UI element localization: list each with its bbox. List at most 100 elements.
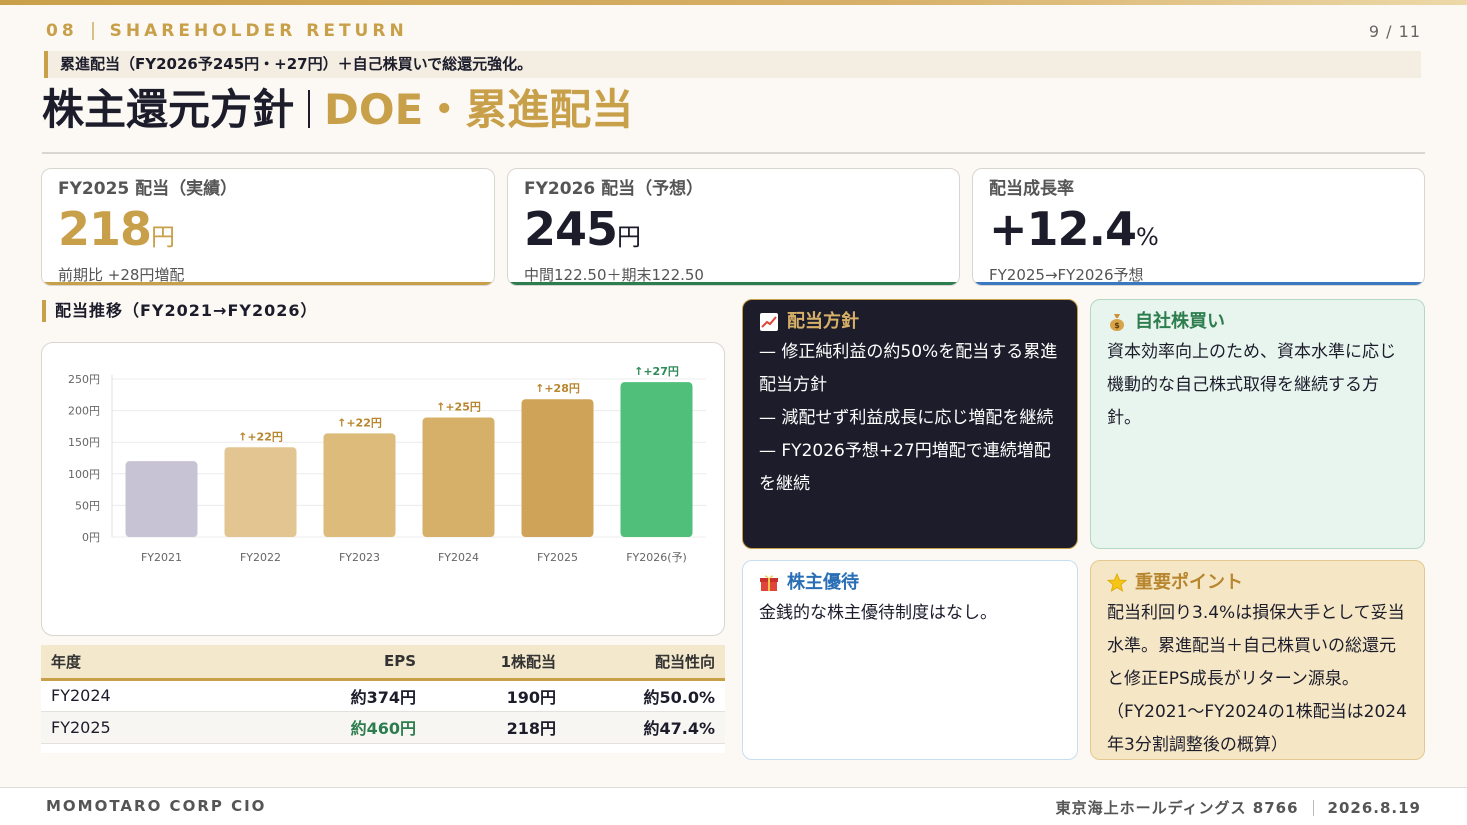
table-row xyxy=(41,743,725,753)
kpi-accent-line xyxy=(508,282,959,285)
kpi-unit: % xyxy=(1136,223,1159,251)
table-cell-eps: 約460円 xyxy=(221,711,426,744)
chart-bar xyxy=(224,447,297,537)
policy-line: — 減配せず利益成長に応じ増配を継続 xyxy=(759,408,1054,428)
table-header-eps: EPS xyxy=(221,645,426,681)
kpi-value: 245円 xyxy=(524,201,943,265)
y-tick-label: 200円 xyxy=(68,405,100,418)
chart-bar xyxy=(125,461,198,537)
dividend-policy-card: 配当方針 — 修正純利益の約50%を配当する累進配当方針 — 減配せず利益成長に… xyxy=(742,299,1078,549)
page-title: 株主還元方針 DOE・累進配当 xyxy=(42,84,633,136)
x-tick-label: FY2024 xyxy=(438,551,479,564)
footer-company: 東京海上ホールディングス 8766 xyxy=(1055,799,1299,817)
eps-dividend-table: 年度 EPS 1株配当 配当性向 FY2024 約374円 190円 約50.0… xyxy=(41,645,725,753)
kpi-card-growth-rate: 配当成長率 +12.4% FY2025→FY2026予想 xyxy=(972,168,1425,286)
table-cell-empty xyxy=(41,743,221,753)
table-cell-payout: 約47.4% xyxy=(566,711,725,744)
table-cell-empty xyxy=(426,743,566,753)
table-cell-dps: 190円 xyxy=(426,679,566,712)
table-row: FY2025 約460円 218円 約47.4% xyxy=(41,711,725,744)
kpi-number: 218 xyxy=(58,202,152,256)
money-bag-icon: $ xyxy=(1107,312,1127,332)
key-point-card: 重要ポイント 配当利回り3.4%は損保大手として妥当水準。累進配当＋自己株買いの… xyxy=(1090,560,1425,760)
kpi-accent-line xyxy=(42,282,494,285)
card-title: 配当方針 xyxy=(787,311,859,332)
bar-annotation: ↑+25円 xyxy=(436,401,481,414)
kpi-value: +12.4% xyxy=(989,201,1408,265)
card-body: — 修正純利益の約50%を配当する累進配当方針 — 減配せず利益成長に応じ増配を… xyxy=(759,336,1061,501)
chart-section-title: 配当推移（FY2021→FY2026） xyxy=(42,300,318,322)
svg-text:$: $ xyxy=(1114,321,1120,330)
bar-annotation: ↑+22円 xyxy=(238,430,283,443)
card-title: 株主優待 xyxy=(787,572,859,593)
policy-line: — FY2026予想+27円増配で連続増配を継続 xyxy=(759,441,1051,494)
footer-date: 2026.8.19 xyxy=(1327,798,1421,817)
kpi-unit: 円 xyxy=(151,223,176,251)
section-label: 08 SHAREHOLDER RETURN xyxy=(46,20,408,42)
kpi-card-fy2025-dividend: FY2025 配当（実績） 218円 前期比 +28円増配 xyxy=(41,168,495,286)
section-number: 08 xyxy=(46,21,78,41)
kpi-label: FY2026 配当（予想） xyxy=(524,179,704,199)
card-title: 重要ポイント xyxy=(1135,572,1243,593)
section-name: SHAREHOLDER RETURN xyxy=(109,21,408,41)
dividend-bar-chart: 0円 50円 100円 150円 200円 250円 FY2021 FY2022 ↑+22円 FY… xyxy=(68,365,706,564)
top-accent-bar xyxy=(0,0,1467,5)
star-icon xyxy=(1106,572,1128,593)
card-title: 自社株買い xyxy=(1135,311,1225,332)
footer-separator xyxy=(1312,799,1314,816)
section-separator xyxy=(91,22,94,40)
kpi-card-fy2026-dividend: FY2026 配当（予想） 245円 中間122.50＋期末122.50 xyxy=(507,168,960,286)
dividend-chart-panel: 0円 50円 100円 150円 200円 250円 FY2021 FY2022 ↑+22円 FY… xyxy=(41,342,725,636)
bar-annotation: ↑+28円 xyxy=(535,382,580,395)
card-heading: 重要ポイント xyxy=(1106,571,1408,595)
card-heading: 配当方針 xyxy=(759,310,1061,334)
table-header-row: 年度 EPS 1株配当 配当性向 xyxy=(41,645,725,681)
chart-bar xyxy=(620,382,693,537)
kpi-value: 218円 xyxy=(58,201,478,265)
kpi-number: 245 xyxy=(524,202,618,256)
table-header-payout: 配当性向 xyxy=(566,645,725,681)
table-cell-empty xyxy=(221,743,426,753)
kpi-label: 配当成長率 xyxy=(989,179,1074,199)
title-separator xyxy=(308,89,311,128)
kpi-number: +12.4 xyxy=(989,202,1137,256)
card-body: 資本効率向上のため、資本水準に応じ機動的な自己株式取得を継続する方針。 xyxy=(1107,342,1396,428)
table-cell-payout: 約50.0% xyxy=(566,679,725,712)
tagline: 累進配当（FY2026予245円・+27円）＋自己株買いで総還元強化。 xyxy=(44,51,1421,78)
x-tick-label: FY2023 xyxy=(339,551,380,564)
buyback-card: $ 自社株買い 資本効率向上のため、資本水準に応じ機動的な自己株式取得を継続する… xyxy=(1090,299,1425,549)
footer-meta: 東京海上ホールディングス 8766 2026.8.19 xyxy=(1056,797,1421,818)
bar-annotation: ↑+27円 xyxy=(634,365,679,378)
kpi-accent-line xyxy=(973,282,1424,285)
x-tick-label: FY2022 xyxy=(240,551,281,564)
gift-icon xyxy=(759,573,779,593)
x-tick-label: FY2021 xyxy=(141,551,182,564)
page-title-accent: DOE・累進配当 xyxy=(324,85,634,134)
bar-annotation: ↑+22円 xyxy=(337,416,382,429)
y-tick-label: 250円 xyxy=(68,373,100,386)
kpi-label: FY2025 配当（実績） xyxy=(58,179,238,199)
table-cell-empty xyxy=(566,743,725,753)
card-heading: 株主優待 xyxy=(759,571,1061,595)
y-tick-label: 50円 xyxy=(75,499,100,512)
table-cell-year: FY2024 xyxy=(41,679,221,712)
chart-bar xyxy=(422,417,495,537)
y-tick-label: 0円 xyxy=(82,531,100,544)
y-tick-label: 150円 xyxy=(68,436,100,449)
x-tick-label: FY2026(予) xyxy=(626,551,687,564)
page-title-main: 株主還元方針 xyxy=(42,85,295,134)
page-indicator: 9 / 11 xyxy=(1368,22,1421,41)
card-body: 配当利回り3.4%は損保大手として妥当水準。累進配当＋自己株買いの総還元と修正E… xyxy=(1107,603,1407,755)
table-cell-dps: 218円 xyxy=(426,711,566,744)
chart-up-icon xyxy=(759,312,779,332)
table-row: FY2024 約374円 190円 約50.0% xyxy=(41,679,725,712)
y-tick-label: 100円 xyxy=(68,468,100,481)
table-cell-eps: 約374円 xyxy=(221,679,426,712)
card-body: 金銭的な株主優待制度はなし。 xyxy=(759,603,997,623)
table-cell-year: FY2025 xyxy=(41,711,221,744)
table-header-year: 年度 xyxy=(41,645,221,681)
policy-line: — 修正純利益の約50%を配当する累進配当方針 xyxy=(759,342,1058,395)
chart-bar xyxy=(521,399,594,537)
table-header-dps: 1株配当 xyxy=(426,645,566,681)
chart-bar xyxy=(323,433,396,537)
